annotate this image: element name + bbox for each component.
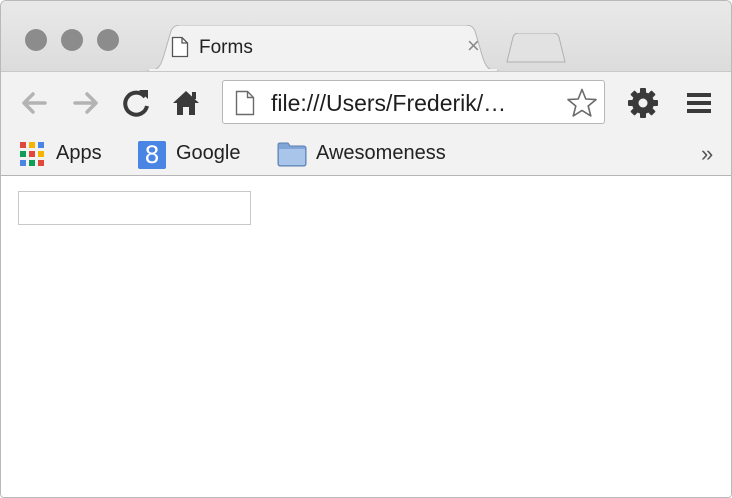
tab-title: Forms: [199, 37, 253, 58]
bookmark-label: Apps: [56, 142, 102, 164]
close-window-button[interactable]: [25, 29, 47, 51]
tab-forms[interactable]: Forms ×: [147, 25, 499, 71]
google-icon: 8: [138, 141, 166, 169]
star-icon[interactable]: [566, 87, 598, 119]
address-bar[interactable]: file:///Users/Frederik/…: [222, 80, 605, 124]
page-icon: [171, 36, 189, 58]
browser-window: Forms × file:///Users/Frederik/… Apps 8 …: [0, 0, 732, 498]
arrow-right-icon[interactable]: [69, 86, 103, 120]
tab-strip: Forms ×: [1, 1, 731, 71]
tab-close-icon[interactable]: ×: [467, 35, 480, 57]
gear-icon[interactable]: [627, 87, 659, 119]
bookmarks-bar: Apps 8 Google Awesomeness »: [1, 133, 731, 176]
zoom-window-button[interactable]: [97, 29, 119, 51]
bookmark-label: Google: [176, 142, 241, 164]
home-icon[interactable]: [169, 86, 203, 120]
page-icon: [235, 90, 255, 116]
hamburger-icon[interactable]: [685, 89, 713, 117]
toolbar: file:///Users/Frederik/…: [1, 71, 731, 134]
text-input-field[interactable]: [18, 191, 251, 225]
page-content: [1, 176, 731, 497]
new-tab-button[interactable]: [505, 33, 567, 63]
apps-grid-icon: [20, 142, 44, 166]
arrow-left-icon[interactable]: [17, 86, 51, 120]
bookmark-label: Awesomeness: [316, 142, 446, 164]
folder-icon: [277, 142, 307, 167]
address-text[interactable]: file:///Users/Frederik/…: [271, 90, 506, 117]
bookmarks-overflow-button[interactable]: »: [701, 141, 713, 167]
minimize-window-button[interactable]: [61, 29, 83, 51]
reload-icon[interactable]: [119, 86, 153, 120]
